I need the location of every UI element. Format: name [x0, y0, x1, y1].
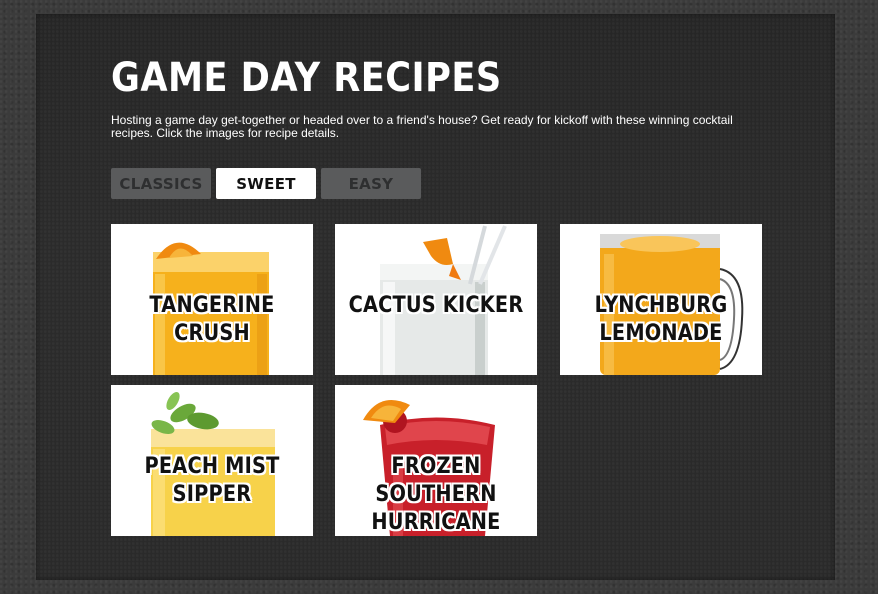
- intro-text: Hosting a game day get-together or heade…: [111, 113, 733, 140]
- tab-classics[interactable]: CLASSICS: [111, 168, 211, 199]
- page-background: GAME DAY RECIPES Hosting a game day get-…: [0, 0, 878, 594]
- recipe-tile-cactus-kicker[interactable]: CACTUS KICKER: [335, 224, 537, 375]
- recipe-tile-tangerine-crush[interactable]: TANGERINE CRUSH: [111, 224, 313, 375]
- page-title: GAME DAY RECIPES: [111, 55, 502, 101]
- recipe-tile-peach-mist-sipper[interactable]: PEACH MIST SIPPER: [111, 385, 313, 536]
- recipe-label: TANGERINE CRUSH: [149, 293, 275, 346]
- tab-sweet[interactable]: SWEET: [216, 168, 316, 199]
- recipe-label: FROZEN SOUTHERN HURRICANE: [371, 454, 501, 535]
- recipe-tile-lynchburg-lemonade[interactable]: LYNCHBURG LEMONADE: [560, 224, 762, 375]
- tab-easy[interactable]: EASY: [321, 168, 421, 199]
- recipe-tile-frozen-southern-hurricane[interactable]: FROZEN SOUTHERN HURRICANE: [335, 385, 537, 536]
- recipe-label: CACTUS KICKER: [348, 293, 524, 318]
- recipe-label: LYNCHBURG LEMONADE: [594, 293, 728, 346]
- recipe-label: PEACH MIST SIPPER: [144, 454, 280, 507]
